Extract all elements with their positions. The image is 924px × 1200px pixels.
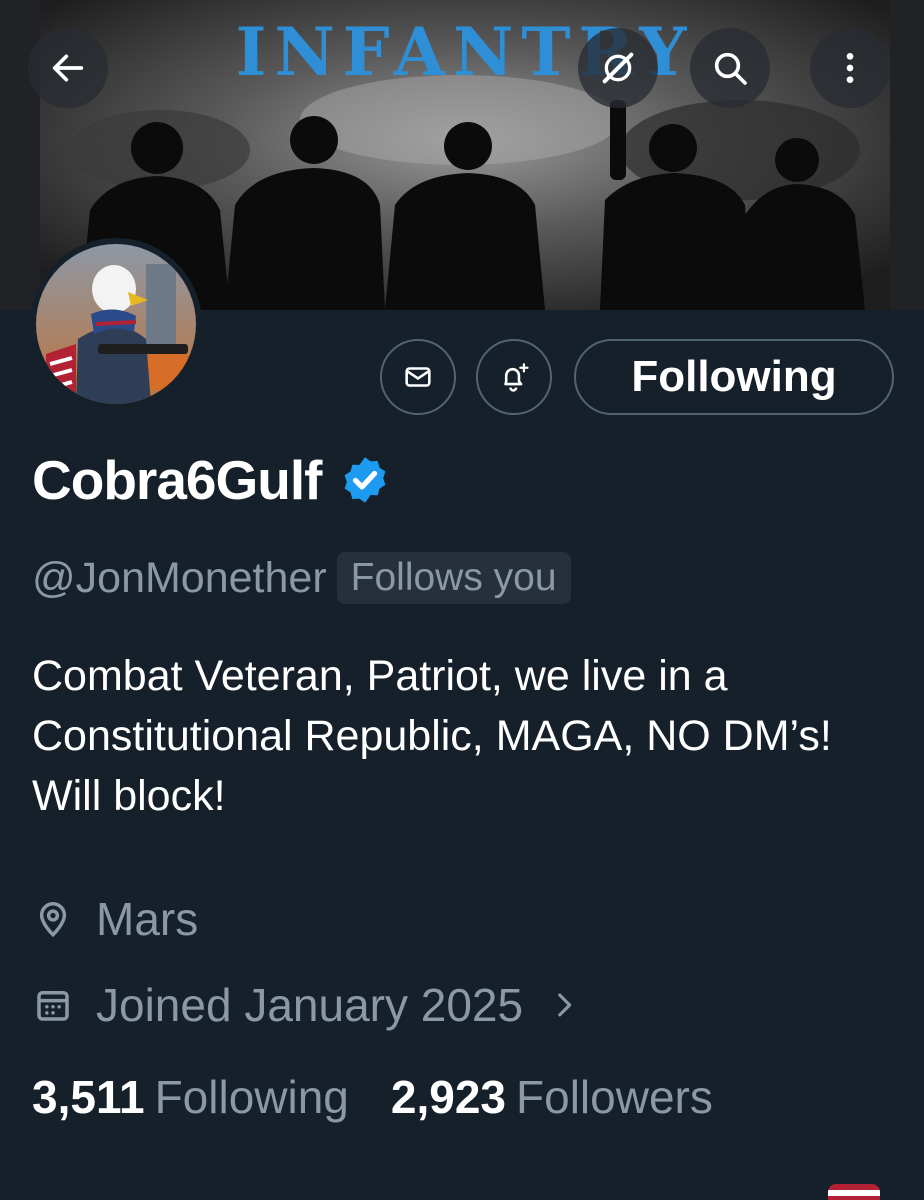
location-pin-icon xyxy=(39,902,67,938)
follows-you-badge: Follows you xyxy=(336,552,571,604)
envelope-icon xyxy=(405,367,431,387)
notifications-button[interactable] xyxy=(476,339,552,415)
grok-button[interactable] xyxy=(578,28,658,108)
grok-icon xyxy=(602,52,634,84)
joined-row[interactable]: Joined January 2025 xyxy=(32,978,581,1032)
more-button[interactable] xyxy=(810,28,890,108)
banner-right-edge xyxy=(884,0,924,310)
following-count: 3,511 xyxy=(32,1071,145,1123)
followers-label: Followers xyxy=(516,1071,713,1123)
user-handle: @JonMonether xyxy=(32,553,327,602)
more-vertical-icon xyxy=(846,53,854,83)
followers-count: 2,923 xyxy=(390,1071,507,1123)
search-button[interactable] xyxy=(690,28,770,108)
bell-plus-icon xyxy=(504,363,529,392)
follow-stats: 3,511 Following 2,923 Followers xyxy=(32,1070,713,1124)
message-button[interactable] xyxy=(380,339,456,415)
verified-badge-icon[interactable] xyxy=(339,454,391,506)
following-stat[interactable]: 3,511 Following xyxy=(32,1070,349,1124)
search-icon xyxy=(714,52,747,85)
name-row: Cobra6Gulf xyxy=(32,448,391,512)
flag-emoji-icon xyxy=(828,1184,880,1200)
back-button[interactable] xyxy=(28,28,108,108)
location-row: Mars xyxy=(32,892,198,946)
display-name: Cobra6Gulf xyxy=(32,449,322,511)
location-text: Mars xyxy=(96,893,199,945)
arrow-left-icon xyxy=(52,54,84,82)
following-label: Following xyxy=(154,1071,349,1123)
chevron-right-icon xyxy=(558,993,572,1017)
avatar[interactable] xyxy=(30,238,202,410)
calendar-icon xyxy=(37,991,69,1021)
handle-row: @JonMonether Follows you xyxy=(32,552,571,604)
joined-text: Joined January 2025 xyxy=(96,979,524,1031)
avatar-image xyxy=(36,244,196,404)
profile-bio: Combat Veteran, Patriot, we live in a Co… xyxy=(32,652,832,820)
followers-stat[interactable]: 2,923 Followers xyxy=(391,1070,713,1124)
following-button[interactable]: Following xyxy=(574,339,894,415)
